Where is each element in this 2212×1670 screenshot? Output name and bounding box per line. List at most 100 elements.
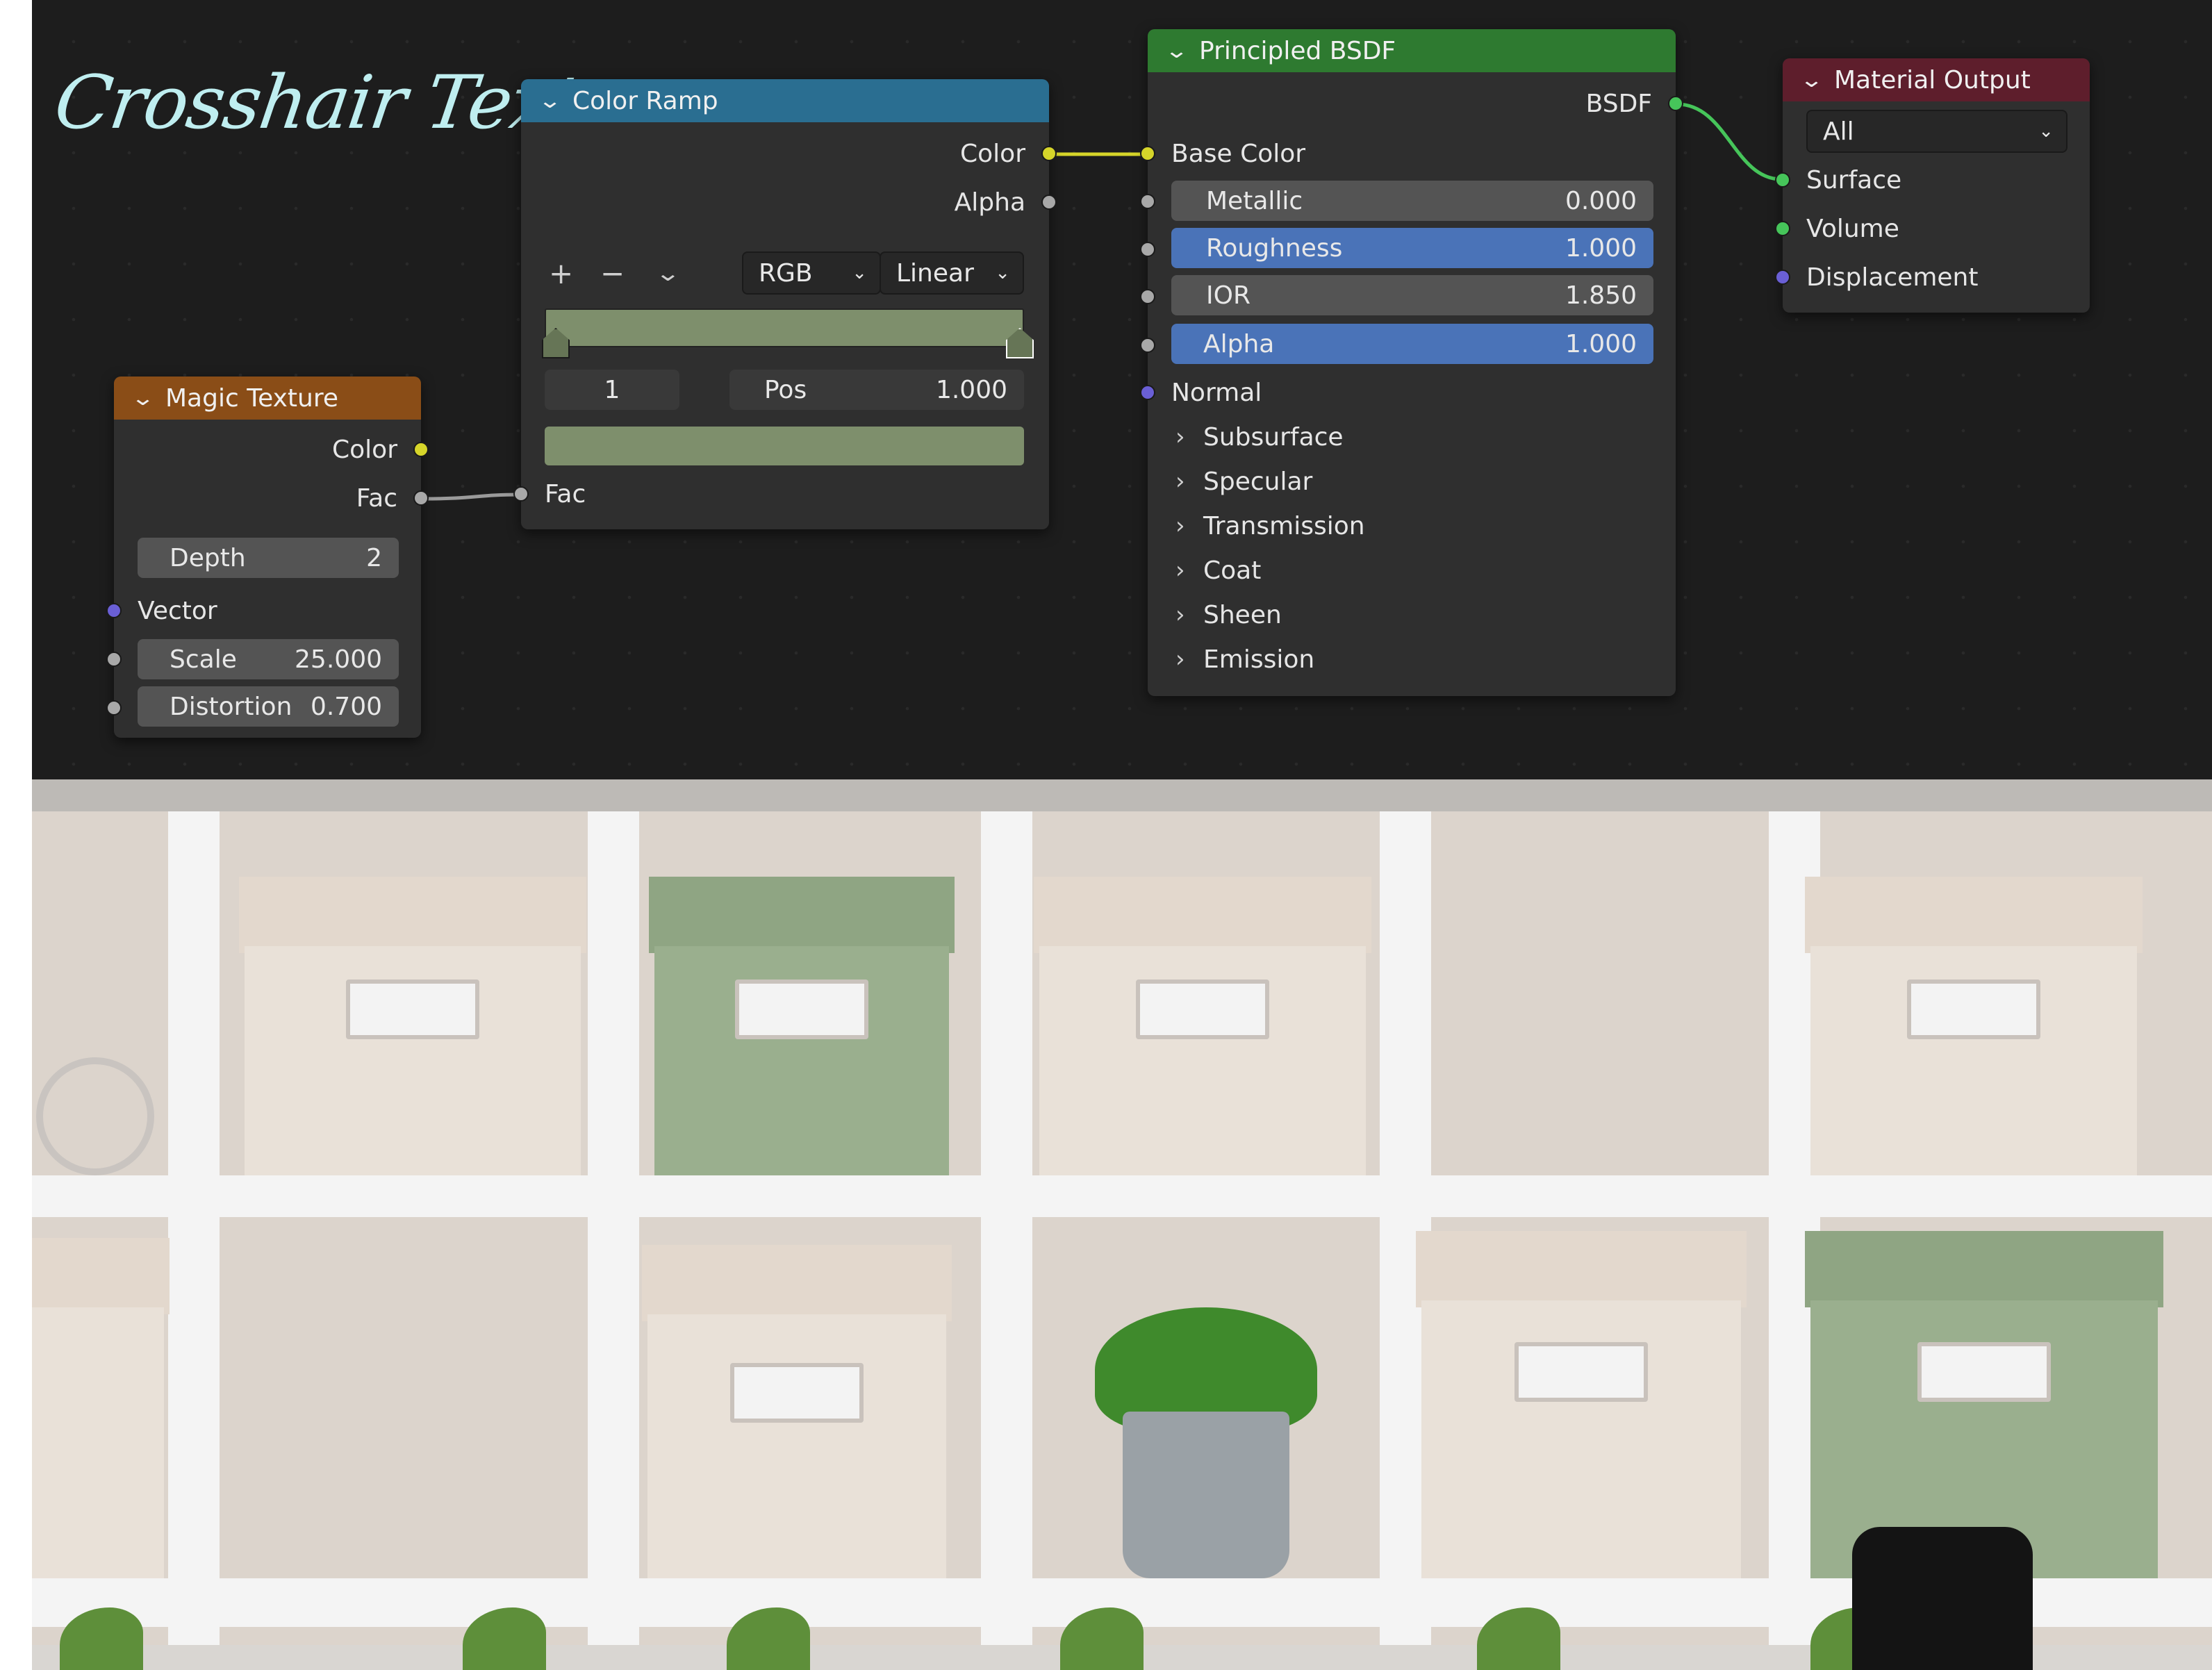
chevron-down-icon[interactable]: ⌄: [1164, 39, 1194, 63]
magic-texture-node[interactable]: ⌄ Magic Texture Color Fac Depth 2 Vector…: [106, 377, 429, 738]
input-volume-socket[interactable]: [1775, 221, 1790, 236]
box-lid: [1805, 1231, 2163, 1307]
box-label-holder: [735, 979, 868, 1039]
output-alpha-socket[interactable]: [1041, 195, 1057, 210]
chevron-down-icon: ⌄: [852, 263, 867, 283]
ior-field[interactable]: IOR 1.850: [1171, 275, 1653, 315]
socket-label: Displacement: [1806, 263, 1979, 292]
input-roughness-socket[interactable]: [1140, 242, 1155, 257]
plant-pot: [1123, 1412, 1289, 1578]
chevron-down-icon[interactable]: ⌄: [538, 89, 567, 113]
box-lid: [1034, 877, 1371, 953]
panel-emission[interactable]: › Emission: [1175, 642, 1314, 677]
link-magic-fac-to-ramp-fac: [422, 493, 520, 501]
shelf-divider: [588, 811, 639, 1645]
field-value: 1: [604, 375, 620, 404]
panel-subsurface[interactable]: › Subsurface: [1175, 420, 1344, 454]
color-mode-select[interactable]: RGB ⌄: [742, 251, 881, 295]
color-ramp-bar[interactable]: [545, 308, 1024, 347]
input-scale-socket[interactable]: [106, 652, 122, 667]
node-editor[interactable]: Crosshair Texture ⌄ Magic Texture Color …: [32, 0, 2212, 779]
shelf-top: [32, 779, 2212, 811]
box-label-holder: [1907, 979, 2040, 1039]
wire-sphere-decor: [36, 1057, 154, 1175]
input-ior-socket[interactable]: [1140, 289, 1155, 304]
color-ramp-node[interactable]: ⌄ Color Ramp Color Alpha + − ⌄ RGB ⌄ Lin…: [513, 79, 1057, 529]
panel-label: Sheen: [1203, 600, 1282, 629]
field-value: 1.000: [1565, 329, 1637, 358]
chair-silhouette: [1852, 1527, 2033, 1670]
input-base-color: Base Color: [1171, 136, 1305, 171]
box-body: [32, 1307, 164, 1578]
input-vector-socket[interactable]: [106, 603, 122, 618]
input-fac-socket[interactable]: [513, 486, 529, 502]
stop-color-swatch[interactable]: [545, 427, 1024, 465]
output-bsdf-socket[interactable]: [1668, 96, 1683, 111]
field-value: 0.000: [1565, 186, 1637, 215]
chevron-right-icon: ›: [1175, 512, 1185, 540]
output-color-socket[interactable]: [413, 442, 429, 457]
distortion-field[interactable]: Distortion 0.700: [138, 686, 399, 727]
shelf-divider: [168, 811, 220, 1645]
render-preview: [32, 779, 2212, 1670]
storage-box: [642, 1245, 952, 1578]
socket-label: Fac: [356, 483, 397, 513]
panel-coat[interactable]: › Coat: [1175, 553, 1261, 588]
storage-box: [649, 877, 955, 1175]
chevron-down-icon[interactable]: ⌄: [131, 386, 160, 411]
field-value: 1.000: [935, 375, 1007, 404]
box-lid: [1416, 1231, 1747, 1307]
color-ramp-header[interactable]: ⌄ Color Ramp: [521, 79, 1049, 122]
principled-bsdf-node[interactable]: ⌄ Principled BSDF BSDF Base Color Metall…: [1140, 29, 1683, 696]
panel-specular[interactable]: › Specular: [1175, 464, 1312, 499]
metallic-field[interactable]: Metallic 0.000: [1171, 181, 1653, 221]
panel-label: Emission: [1203, 645, 1315, 674]
field-label: Scale: [170, 645, 237, 674]
input-displacement-socket[interactable]: [1775, 270, 1790, 285]
panel-sheen[interactable]: › Sheen: [1175, 597, 1282, 632]
panel-transmission[interactable]: › Transmission: [1175, 509, 1365, 543]
socket-label: Normal: [1171, 378, 1262, 407]
input-alpha-socket[interactable]: [1140, 338, 1155, 353]
scale-field[interactable]: Scale 25.000: [138, 639, 399, 679]
alpha-field[interactable]: Alpha 1.000: [1171, 324, 1653, 364]
pos-field[interactable]: Pos 1.000: [729, 370, 1024, 410]
input-surface-socket[interactable]: [1775, 172, 1790, 188]
field-label: Pos: [764, 375, 807, 404]
chevron-down-icon[interactable]: ⌄: [1799, 68, 1829, 92]
input-base-color-socket[interactable]: [1140, 146, 1155, 161]
magic-texture-header[interactable]: ⌄ Magic Texture: [114, 377, 421, 420]
add-stop-button[interactable]: +: [549, 256, 600, 290]
input-metallic-socket[interactable]: [1140, 194, 1155, 209]
roughness-field[interactable]: Roughness 1.000: [1171, 228, 1653, 268]
output-color-socket[interactable]: [1041, 146, 1057, 161]
chevron-down-icon[interactable]: ⌄: [655, 260, 682, 286]
panel-label: Subsurface: [1203, 422, 1344, 452]
principled-bsdf-header[interactable]: ⌄ Principled BSDF: [1148, 29, 1676, 72]
output-fac-socket[interactable]: [413, 490, 429, 506]
socket-label: Color: [960, 139, 1025, 168]
output-color: Color: [147, 432, 397, 467]
field-label: Roughness: [1206, 233, 1343, 263]
depth-field[interactable]: Depth 2: [138, 538, 399, 578]
material-output-node[interactable]: ⌄ Material Output All ⌄ Surface Volume D…: [1775, 58, 2090, 313]
input-vector: Vector: [138, 593, 217, 628]
input-normal-socket[interactable]: [1140, 385, 1155, 400]
field-label: Metallic: [1206, 186, 1303, 215]
chevron-right-icon: ›: [1175, 645, 1185, 673]
material-output-header[interactable]: ⌄ Material Output: [1783, 58, 2090, 101]
input-displacement: Displacement: [1806, 260, 1978, 295]
target-select[interactable]: All ⌄: [1806, 110, 2067, 153]
storage-box: [239, 877, 586, 1175]
output-fac: Fac: [147, 481, 397, 515]
remove-stop-button[interactable]: −: [600, 256, 659, 290]
left-margin: [0, 0, 32, 1670]
field-value: 1.000: [1565, 233, 1637, 263]
input-fac: Fac: [545, 477, 586, 511]
storage-box: [1034, 877, 1371, 1175]
storage-box: [32, 1238, 170, 1578]
interpolation-select[interactable]: Linear ⌄: [880, 251, 1024, 295]
input-distortion-socket[interactable]: [106, 700, 122, 716]
input-volume: Volume: [1806, 211, 1899, 246]
stop-index-field[interactable]: 1: [545, 370, 679, 410]
